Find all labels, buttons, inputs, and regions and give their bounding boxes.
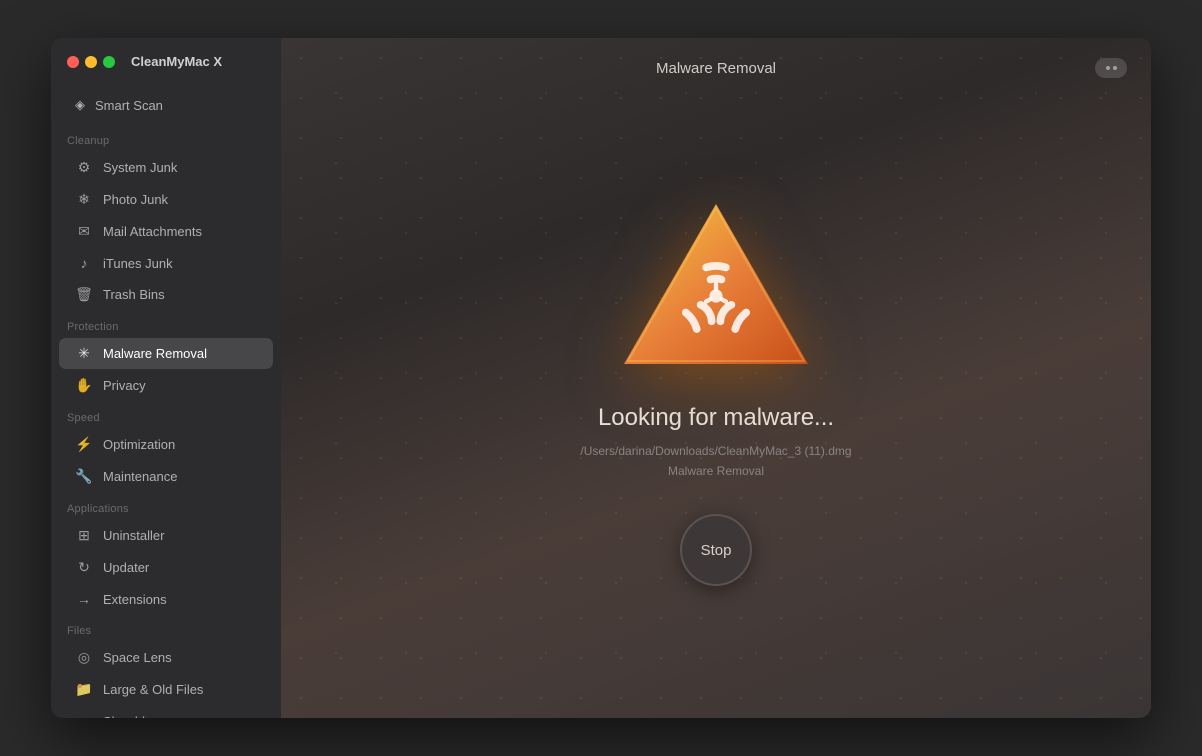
mail-attachments-icon: ✉ <box>75 223 93 240</box>
main-title: Malware Removal <box>656 60 776 77</box>
sidebar-item-privacy[interactable]: ✋ Privacy <box>59 370 273 401</box>
sidebar: CleanMyMac X ◈ Smart Scan Cleanup ⚙ Syst… <box>51 38 281 718</box>
sidebar-item-maintenance[interactable]: 🔧 Maintenance <box>59 461 273 492</box>
malware-icon <box>616 196 816 376</box>
large-old-files-icon: 📁 <box>75 681 93 698</box>
app-window: CleanMyMac X ◈ Smart Scan Cleanup ⚙ Syst… <box>51 38 1151 718</box>
sidebar-item-large-old-files[interactable]: 📁 Large & Old Files <box>59 674 273 705</box>
main-body: Looking for malware... /Users/darina/Dow… <box>281 94 1151 718</box>
section-label-applications: Applications <box>51 493 281 519</box>
sidebar-item-extensions[interactable]: → Extensions <box>59 584 273 614</box>
itunes-junk-icon: ♪ <box>75 255 93 271</box>
sidebar-item-shredder[interactable]: ≡ Shredder <box>59 706 273 718</box>
smart-scan-label: Smart Scan <box>95 98 163 113</box>
sidebar-item-system-junk[interactable]: ⚙ System Junk <box>59 152 273 183</box>
section-label-protection: Protection <box>51 311 281 337</box>
stop-button[interactable]: Stop <box>680 514 752 586</box>
titlebar: CleanMyMac X <box>51 38 281 81</box>
photo-junk-icon: ❄ <box>75 191 93 208</box>
sidebar-item-updater[interactable]: ↻ Updater <box>59 552 273 583</box>
maximize-button[interactable] <box>103 56 115 68</box>
sidebar-item-smart-scan[interactable]: ◈ Smart Scan <box>59 87 273 123</box>
space-lens-icon: ◎ <box>75 649 93 666</box>
dot2 <box>1113 66 1117 70</box>
optimization-icon: ⚡ <box>75 436 93 453</box>
sidebar-item-photo-junk[interactable]: ❄ Photo Junk <box>59 184 273 215</box>
dot1 <box>1106 66 1110 70</box>
privacy-icon: ✋ <box>75 377 93 394</box>
section-label-files: Files <box>51 615 281 641</box>
system-junk-icon: ⚙ <box>75 159 93 176</box>
scan-path: /Users/darina/Downloads/CleanMyMac_3 (11… <box>580 444 851 458</box>
shredder-icon: ≡ <box>75 713 93 718</box>
uninstaller-icon: ⊞ <box>75 527 93 544</box>
status-text: Looking for malware... <box>598 404 834 432</box>
biohazard-svg <box>616 196 816 376</box>
biohazard-triangle <box>616 196 816 376</box>
maintenance-icon: 🔧 <box>75 468 93 485</box>
sidebar-nav: ◈ Smart Scan Cleanup ⚙ System Junk ❄ Pho… <box>51 81 281 718</box>
more-options-button[interactable] <box>1095 58 1127 78</box>
sidebar-item-itunes-junk[interactable]: ♪ iTunes Junk <box>59 248 273 278</box>
stop-button-label: Stop <box>701 542 732 559</box>
sidebar-item-malware-removal[interactable]: ✳ Malware Removal <box>59 338 273 369</box>
sidebar-item-uninstaller[interactable]: ⊞ Uninstaller <box>59 520 273 551</box>
sidebar-item-space-lens[interactable]: ◎ Space Lens <box>59 642 273 673</box>
updater-icon: ↻ <box>75 559 93 576</box>
main-header: Malware Removal <box>281 38 1151 94</box>
header-actions <box>1095 58 1127 78</box>
section-label-speed: Speed <box>51 402 281 428</box>
sidebar-item-optimization[interactable]: ⚡ Optimization <box>59 429 273 460</box>
trash-bins-icon: 🗑 <box>75 286 93 303</box>
malware-removal-icon: ✳ <box>75 345 93 362</box>
section-label-cleanup: Cleanup <box>51 125 281 151</box>
sidebar-item-trash-bins[interactable]: 🗑 Trash Bins <box>59 279 273 310</box>
extensions-icon: → <box>75 591 93 607</box>
sidebar-item-mail-attachments[interactable]: ✉ Mail Attachments <box>59 216 273 247</box>
main-content-area: Malware Removal <box>281 38 1151 718</box>
minimize-button[interactable] <box>85 56 97 68</box>
app-title: CleanMyMac X <box>131 54 222 69</box>
scan-category: Malware Removal <box>668 464 764 478</box>
close-button[interactable] <box>67 56 79 68</box>
smart-scan-icon: ◈ <box>75 97 85 113</box>
traffic-lights <box>67 56 115 68</box>
